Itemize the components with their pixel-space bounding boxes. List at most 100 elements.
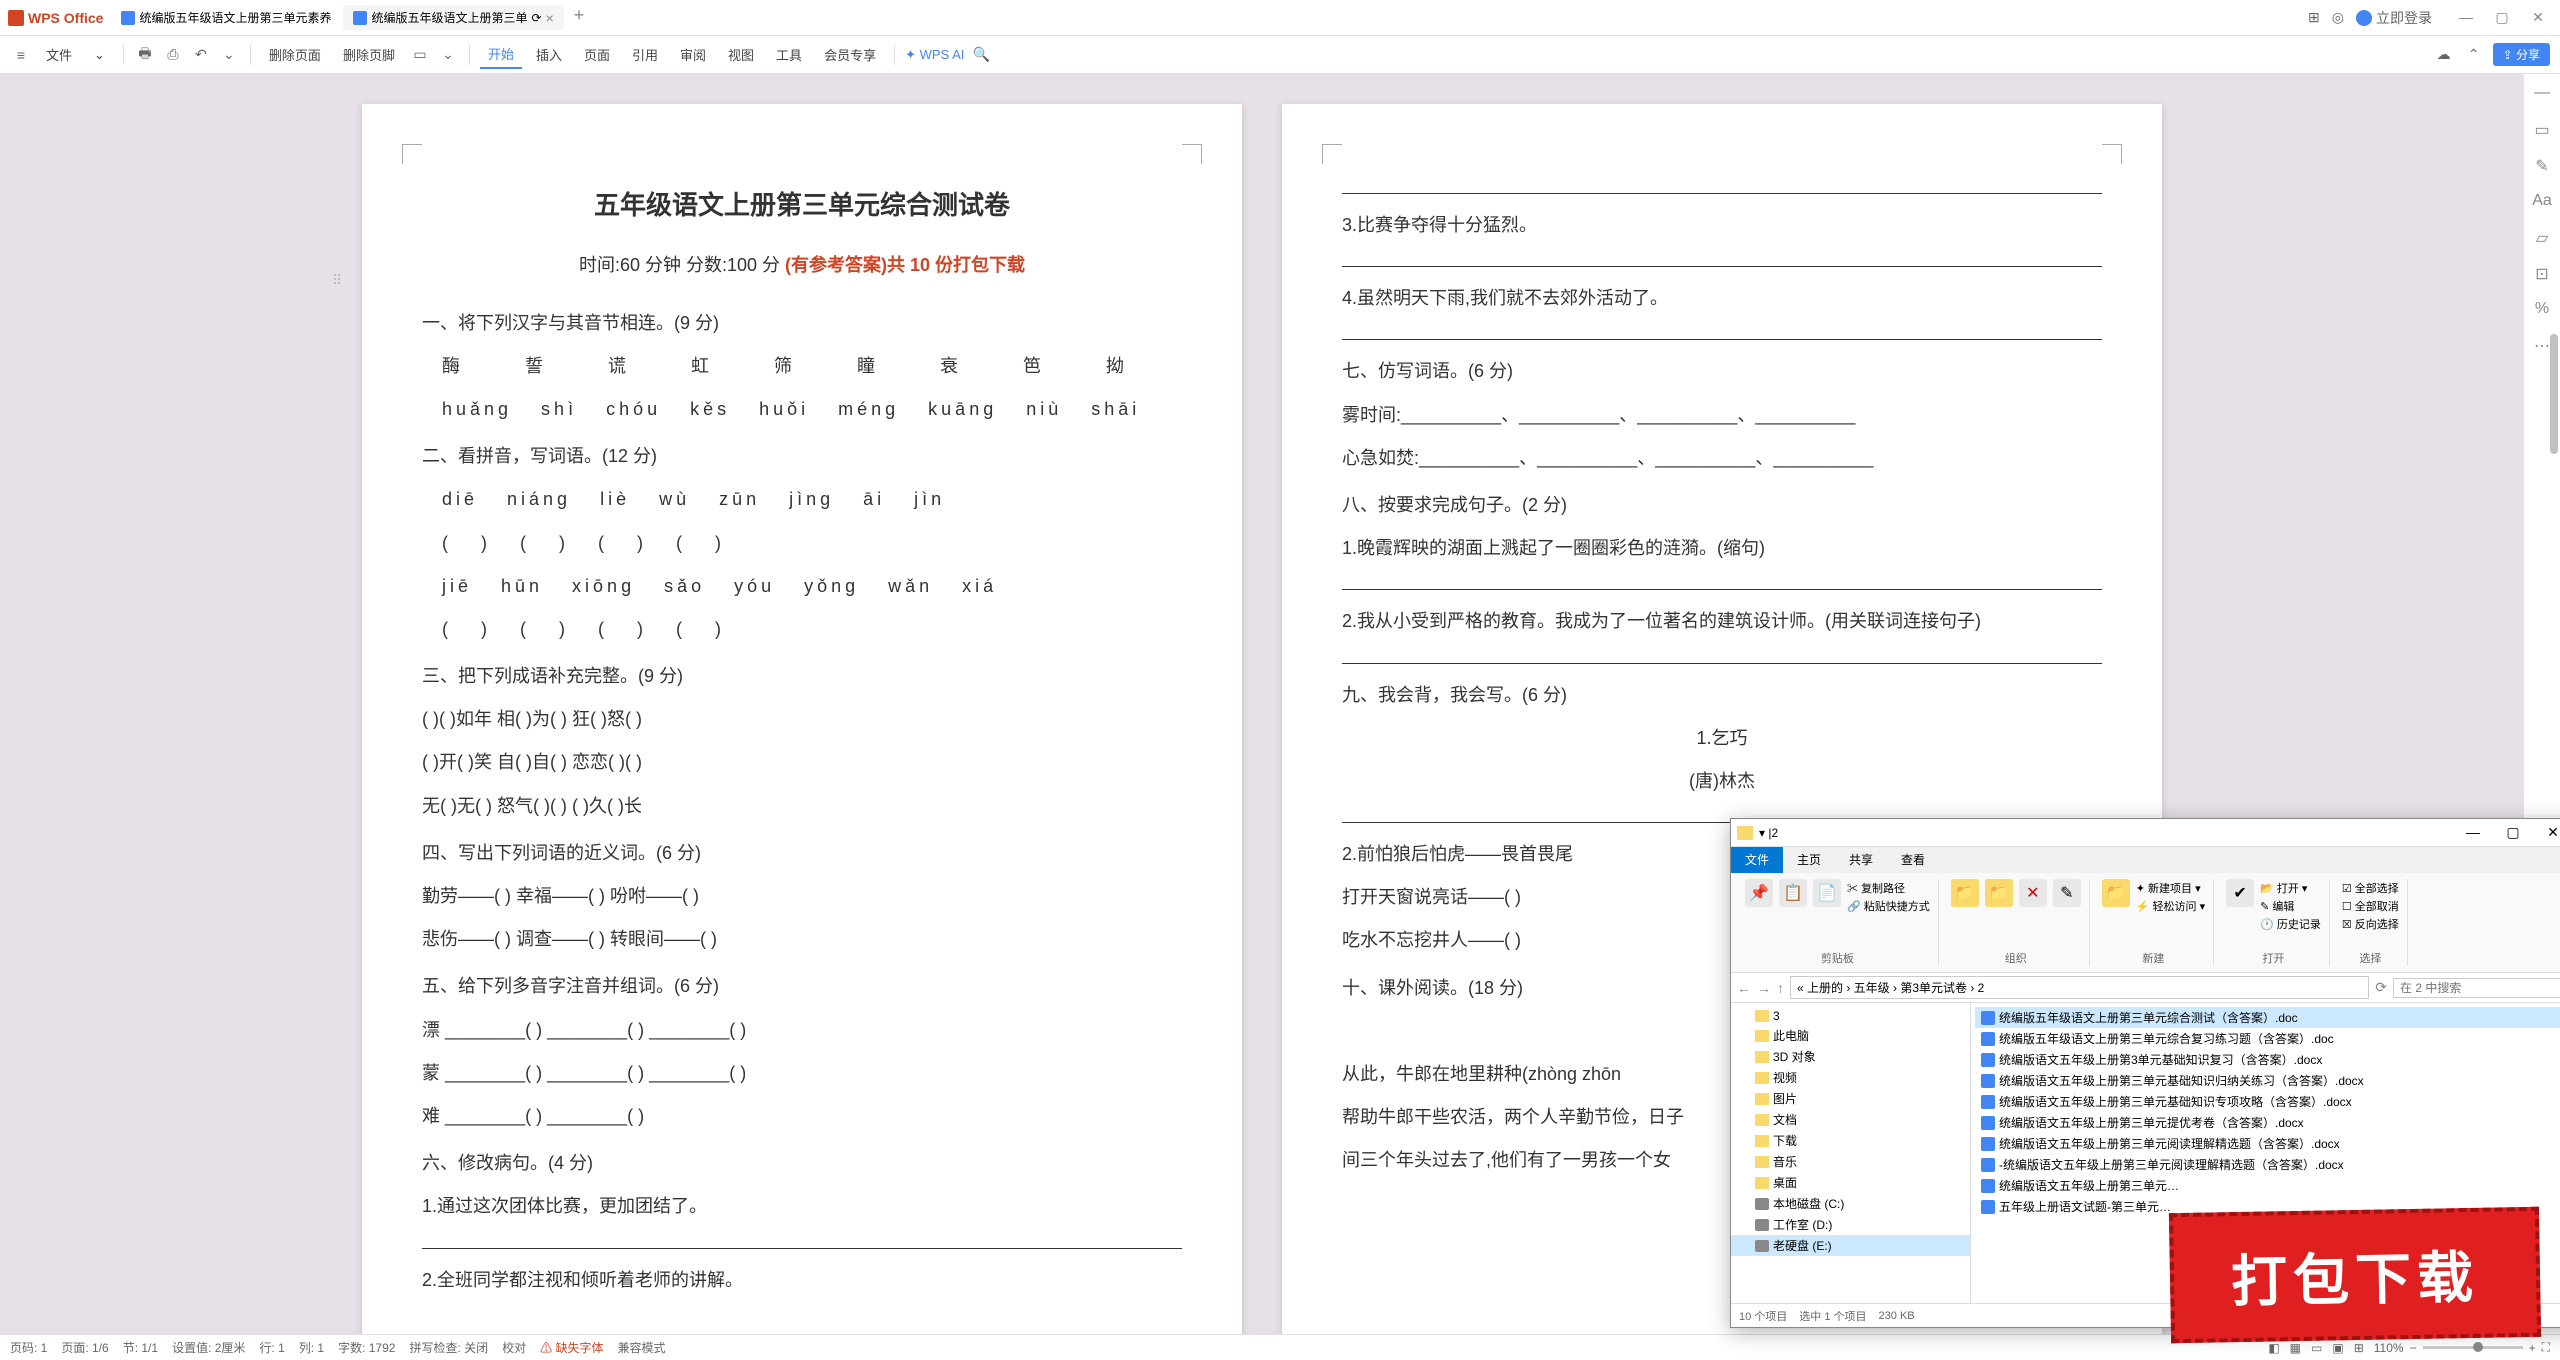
tab-insert[interactable]: 插入 <box>528 41 570 68</box>
text-icon[interactable]: Aa <box>2532 192 2552 212</box>
view-icon-5[interactable]: ⊞ <box>2354 1341 2364 1355</box>
status-compat[interactable]: 兼容模式 <box>618 1339 666 1356</box>
dropdown-icon[interactable]: ⌄ <box>86 43 113 67</box>
highlight-icon[interactable]: ✎ <box>2532 156 2552 176</box>
doc-tab-1[interactable]: 统编版五年级语文上册第三单元素养 <box>111 5 341 30</box>
view-icon-3[interactable]: ▭ <box>2311 1341 2322 1355</box>
delete-footer-btn[interactable]: 删除页脚 <box>335 41 403 68</box>
delete-page-btn[interactable]: 删除页面 <box>261 41 329 68</box>
file-item[interactable]: 统编版五年级语文上册第三单元综合测试（含答案）.doc <box>1975 1007 2560 1028</box>
ribbon-tab-file[interactable]: 文件 <box>1731 847 1783 873</box>
share-button[interactable]: ⇪ 分享 <box>2493 43 2550 66</box>
view-icon-1[interactable]: ◧ <box>2268 1341 2279 1355</box>
file-item[interactable]: 统编版语文五年级上册第三单元基础知识专项攻略（含答案）.docx <box>1975 1091 2560 1112</box>
redo-icon[interactable]: ⌄ <box>218 44 240 66</box>
file-item[interactable]: 统编版五年级语文上册第三单元综合复习练习题（含答案）.doc <box>1975 1028 2560 1049</box>
search-icon[interactable]: 🔍 <box>970 44 992 66</box>
status-font[interactable]: ⚠ 缺失字体 <box>540 1339 603 1356</box>
login-button[interactable]: 立即登录 <box>2356 8 2432 28</box>
pin-icon[interactable]: 📌 <box>1745 879 1773 907</box>
selectall-btn[interactable]: ☑ 全部选择 <box>2342 879 2399 897</box>
status-page[interactable]: 页码: 1 <box>10 1339 47 1356</box>
copypath-btn[interactable]: ✂ 复制路径 <box>1847 879 1930 897</box>
up-icon[interactable]: ↑ <box>1777 980 1784 996</box>
explorer-close[interactable]: ✕ <box>2533 824 2560 841</box>
download-stamp[interactable]: 打包下载 <box>2169 1207 2541 1343</box>
tree-node[interactable]: 桌面 <box>1731 1172 1970 1193</box>
tab-start[interactable]: 开始 <box>480 40 522 69</box>
file-item[interactable]: 统编版语文五年级上册第三单元… <box>1975 1175 2560 1196</box>
rename-icon[interactable]: ✎ <box>2053 879 2081 907</box>
file-item[interactable]: 统编版语文五年级上册第三单元阅读理解精选题（含答案）.docx <box>1975 1133 2560 1154</box>
cloud-icon[interactable]: ☁ <box>2433 44 2455 66</box>
selectnone-btn[interactable]: ☐ 全部取消 <box>2342 897 2399 915</box>
refresh-icon[interactable]: ⟳ <box>532 11 542 25</box>
doc-tab-2[interactable]: 统编版五年级语文上册第三单 ⟳ × <box>343 5 563 30</box>
tree-node[interactable]: 3 <box>1731 1007 1970 1025</box>
paste-icon[interactable]: 📄 <box>1813 879 1841 907</box>
save-icon[interactable]: 🖶 <box>134 44 156 66</box>
select-icon[interactable]: ▭ <box>2532 120 2552 140</box>
file-item[interactable]: -统编版语文五年级上册第三单元阅读理解精选题（含答案）.docx <box>1975 1154 2560 1175</box>
edit-btn[interactable]: ✎ 编辑 <box>2260 897 2321 915</box>
newfolder-icon[interactable]: 📁 <box>2102 879 2130 907</box>
app-icon-1[interactable]: ⊞ <box>2308 9 2320 26</box>
undo-icon[interactable]: ↶ <box>190 44 212 66</box>
zoom-control[interactable]: 110% − + ⛶ <box>2374 1340 2550 1355</box>
forward-icon[interactable]: → <box>1757 980 1771 996</box>
close-button[interactable]: ✕ <box>2524 9 2552 26</box>
explorer-minimize[interactable]: — <box>2453 824 2493 841</box>
tree-node[interactable]: 工作室 (D:) <box>1731 1214 1970 1235</box>
tree-node[interactable]: 老硬盘 (E:) <box>1731 1235 1970 1256</box>
more-icon[interactable]: ⌄ <box>437 44 459 66</box>
drag-icon[interactable]: — <box>2532 84 2552 104</box>
ribbon-tab-share[interactable]: 共享 <box>1835 847 1887 873</box>
tab-tools[interactable]: 工具 <box>768 41 810 68</box>
refresh-icon[interactable]: ⟳ <box>2375 979 2387 996</box>
tree-node[interactable]: 音乐 <box>1731 1151 1970 1172</box>
status-proof[interactable]: 校对 <box>502 1339 526 1356</box>
history-btn[interactable]: 🕐 历史记录 <box>2260 915 2321 933</box>
wps-ai-button[interactable]: ✦ WPS AI <box>905 47 964 63</box>
app-icon-2[interactable]: ◎ <box>2332 9 2344 26</box>
pasteshort-btn[interactable]: 🔗 粘贴快捷方式 <box>1847 897 1930 915</box>
tree-node[interactable]: 文档 <box>1731 1109 1970 1130</box>
status-pages[interactable]: 页面: 1/6 <box>61 1339 108 1356</box>
tree-node[interactable]: 视频 <box>1731 1067 1970 1088</box>
file-menu[interactable]: 文件 <box>38 41 80 68</box>
file-item[interactable]: 统编版语文五年级上册第三单元基础知识归纳关练习（含答案）.docx <box>1975 1070 2560 1091</box>
scrollbar-thumb[interactable] <box>2550 334 2558 454</box>
settings-icon[interactable]: % <box>2532 300 2552 320</box>
add-tab-button[interactable]: + <box>566 5 593 30</box>
delete-icon[interactable]: ✕ <box>2019 879 2047 907</box>
ribbon-tab-view[interactable]: 查看 <box>1887 847 1939 873</box>
moveto-icon[interactable]: 📁 <box>1951 879 1979 907</box>
ruler-icon[interactable]: ⊡ <box>2532 264 2552 284</box>
copyto-icon[interactable]: 📁 <box>1985 879 2013 907</box>
tab-page[interactable]: 页面 <box>576 41 618 68</box>
print-icon[interactable]: ⎙ <box>162 44 184 66</box>
maximize-button[interactable]: ▢ <box>2488 9 2516 26</box>
zoom-in-icon[interactable]: + <box>2529 1341 2536 1355</box>
tab-member[interactable]: 会员专享 <box>816 41 884 68</box>
copy-icon[interactable]: 📋 <box>1779 879 1807 907</box>
easyaccess-btn[interactable]: ⚡ 轻松访问 ▾ <box>2136 897 2205 915</box>
view-icon-2[interactable]: ▦ <box>2290 1341 2301 1355</box>
tree-node[interactable]: 本地磁盘 (C:) <box>1731 1193 1970 1214</box>
view-icon-4[interactable]: ▣ <box>2332 1341 2343 1355</box>
open-btn[interactable]: 📂 打开 ▾ <box>2260 879 2321 897</box>
shape-icon[interactable]: ▱ <box>2532 228 2552 248</box>
tree-node[interactable]: 此电脑 <box>1731 1025 1970 1046</box>
ribbon-tab-home[interactable]: 主页 <box>1783 847 1835 873</box>
breadcrumb[interactable]: « 上册的 › 五年级 › 第3单元试卷 › 2 <box>1790 976 2369 999</box>
explorer-maximize[interactable]: ▢ <box>2493 824 2533 841</box>
back-icon[interactable]: ← <box>1737 980 1751 996</box>
tree-node[interactable]: 3D 对象 <box>1731 1046 1970 1067</box>
status-spell[interactable]: 拼写检查: 关闭 <box>409 1339 488 1356</box>
collapse-icon[interactable]: ⌃ <box>2463 44 2485 66</box>
tree-node[interactable]: 下载 <box>1731 1130 1970 1151</box>
props-icon[interactable]: ✔ <box>2226 879 2254 907</box>
tab-reference[interactable]: 引用 <box>624 41 666 68</box>
grab-handle-icon[interactable]: ⠿ <box>332 264 342 298</box>
invert-btn[interactable]: ☒ 反向选择 <box>2342 915 2399 933</box>
